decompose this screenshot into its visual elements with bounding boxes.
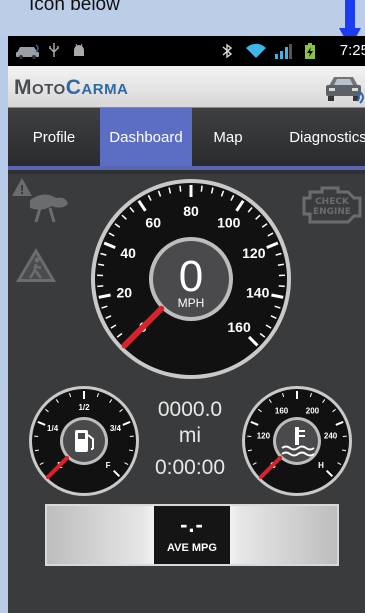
usb-icon <box>49 43 59 57</box>
temp-tick-label: 200 <box>306 407 320 416</box>
temp-tick-label: 240 <box>324 432 338 441</box>
coolant-temp-gauge: C120160200240H <box>242 386 352 496</box>
wifi-icon <box>246 43 266 58</box>
signal-icon <box>275 44 292 59</box>
speedo-tick-label: 80 <box>183 203 199 219</box>
speedo-tick-label: 100 <box>217 214 241 230</box>
android-debug-icon <box>74 43 84 56</box>
speedo-tick-label: 20 <box>117 284 133 300</box>
check-engine-line1: CHECK <box>315 197 350 207</box>
speedo-tick-label: 40 <box>120 245 136 261</box>
clock-text: 7:25 <box>339 42 365 59</box>
status-bar: 7:25 <box>8 36 365 66</box>
speedo-tick-label: 160 <box>227 319 251 335</box>
tab-profile-label: Profile <box>32 128 76 146</box>
phone-screen: 7:25 MotoCarma Profile Dashboard Map Dia… <box>8 36 365 613</box>
speedo-tick-label: 60 <box>145 214 161 230</box>
mpg-readout: -.- AVE MPG <box>154 506 230 564</box>
caption-bar: Icon below <box>0 0 365 48</box>
fuel-tick-label: 3/4 <box>110 424 122 433</box>
tab-map-label: Map <box>213 128 243 146</box>
trip-distance-unit: mi <box>178 424 202 447</box>
tab-diagnostics[interactable]: Diagnostics <box>278 108 365 166</box>
tab-dashboard-label: Dashboard <box>109 128 183 146</box>
tab-bar: Profile Dashboard Map Diagnostics <box>8 108 365 170</box>
speedometer-gauge: 0204060801001201401600MPH <box>91 179 291 379</box>
speedo-minor-tick <box>179 185 182 192</box>
temp-tick-label: H <box>318 461 324 470</box>
svg-text:!: ! <box>19 183 24 197</box>
mpg-left-shade <box>47 506 154 564</box>
speedo-minor-tick <box>98 263 105 266</box>
trip-distance-value: 0000.0 <box>157 398 223 421</box>
speedo-minor-tick <box>277 263 284 266</box>
temp-tick-label: 120 <box>257 432 271 441</box>
battery-icon <box>305 43 315 59</box>
speedo-tick-label: 140 <box>246 284 270 300</box>
mpg-right-shade <box>230 506 337 564</box>
app-header: MotoCarma <box>8 66 365 108</box>
car-connect-icon[interactable] <box>323 70 365 104</box>
temp-tick-label: 160 <box>275 407 289 416</box>
tab-diagnostics-label: Diagnostics <box>289 128 365 146</box>
car-notification-icon <box>16 44 39 59</box>
tab-map[interactable]: Map <box>192 108 264 166</box>
pedestrian-warning-icon <box>16 248 56 282</box>
speedo-tick-label: 120 <box>242 245 266 261</box>
caption-text: Icon below <box>29 0 120 15</box>
speed-value: 0 <box>179 252 203 301</box>
speedo-minor-tick <box>200 185 203 192</box>
tab-dashboard[interactable]: Dashboard <box>100 108 192 166</box>
bluetooth-icon <box>222 43 233 59</box>
ave-mpg-panel: -.- AVE MPG <box>45 504 339 566</box>
check-engine-icon: CHECK ENGINE <box>302 186 362 224</box>
mpg-label: AVE MPG <box>167 542 217 554</box>
check-engine-line2: ENGINE <box>313 207 351 217</box>
trip-time-value: 0:00:00 <box>154 456 226 479</box>
dashboard-panel: ! CHECK ENGINE 0204060801001201401600MPH… <box>8 174 365 613</box>
logo-carma-text: Carma <box>65 76 129 99</box>
motocarma-logo: MotoCarma <box>14 76 128 100</box>
fuel-tick-label: F <box>106 461 111 470</box>
speed-unit: MPH <box>178 296 205 310</box>
mpg-value: -.- <box>180 512 204 537</box>
fuel-tick-label: 1/2 <box>78 403 90 412</box>
tab-profile[interactable]: Profile <box>8 108 100 166</box>
logo-moto-text: Moto <box>14 76 66 99</box>
fuel-gauge: E1/41/23/4F <box>29 386 139 496</box>
fuel-tick-label: 1/4 <box>47 424 59 433</box>
road-hazard-warning-icon: ! <box>12 178 68 223</box>
